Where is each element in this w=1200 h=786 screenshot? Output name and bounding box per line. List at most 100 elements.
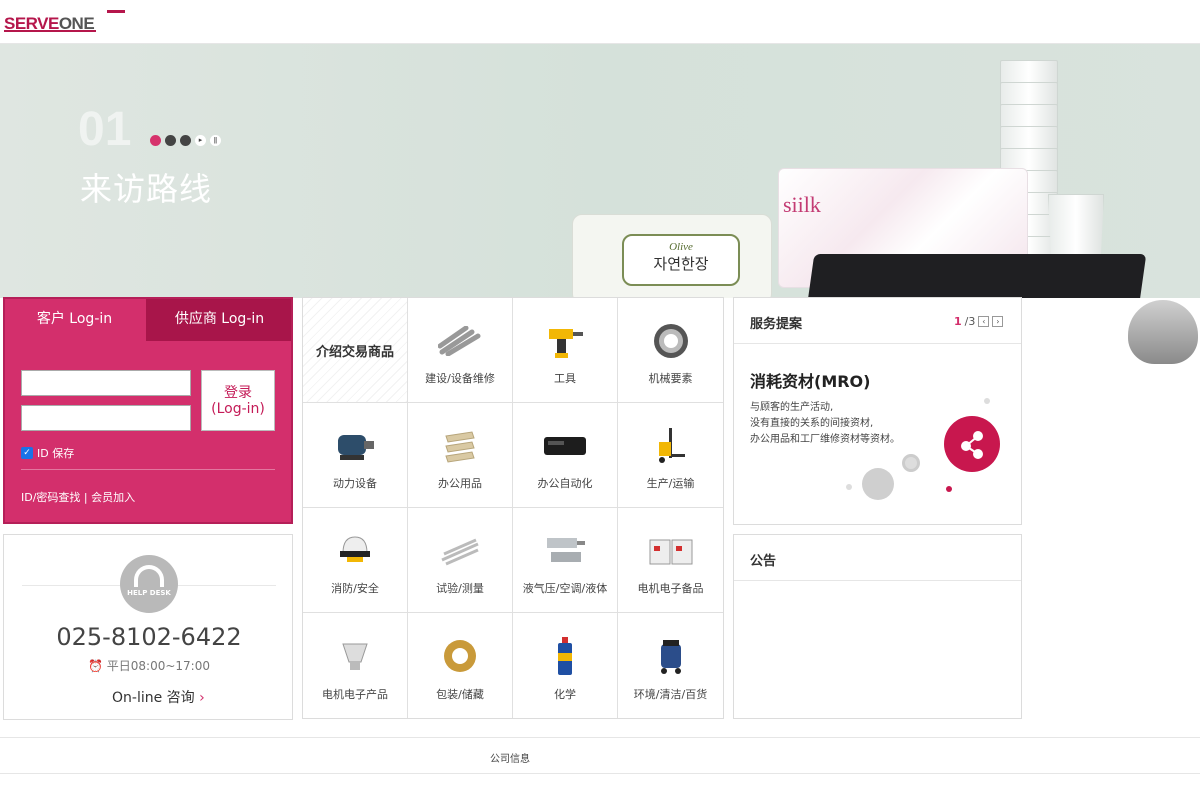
keyboard-image (801, 254, 1147, 298)
network-share-icon (944, 416, 1000, 472)
service-proposal-panel: 服务提案 1/3 ‹ › 消耗资材(MRO) 与顾客的生产活动, 没有直接的关系… (733, 297, 1022, 525)
online-consult-link[interactable]: On-line 咨询 › (112, 687, 205, 707)
help-phone: 025-8102-6422 (56, 623, 242, 651)
headset-band (134, 565, 164, 587)
online-consult-text: On-line 咨询 (112, 690, 195, 706)
category-electrical-spares[interactable]: 电机电子备品 (618, 508, 723, 613)
tissue-brand: siilk (783, 192, 821, 217)
category-chemical[interactable]: 化学 (513, 613, 618, 718)
category-label: 环境/清洁/百货 (633, 688, 708, 701)
company-info-link[interactable]: 公司信息 (490, 750, 530, 765)
category-label: 办公用品 (438, 477, 482, 490)
category-testing-measurement[interactable]: 试验/测量 (408, 508, 513, 613)
product-category-grid: 介绍交易商品 建设/设备维修 工具 机械要素 动力设备 办公用品 办公自动化 生… (302, 297, 724, 719)
login-button[interactable]: 登录 (Log-in) (201, 370, 275, 431)
category-cleaning-goods[interactable]: 环境/清洁/百货 (618, 613, 723, 718)
category-packaging-storage[interactable]: 包装/储藏 (408, 613, 513, 718)
users-icon (862, 468, 894, 500)
notice-panel: 公告 (733, 534, 1022, 719)
pause-icon[interactable]: ǁ (210, 135, 221, 146)
serveone-logo[interactable]: SERVEONE (4, 10, 125, 34)
page-total: /3 (964, 315, 976, 328)
category-label: 建设/设备维修 (425, 372, 495, 385)
category-label: 化学 (554, 688, 576, 701)
save-id-checkbox[interactable]: ✓ ID 保存 (21, 445, 74, 461)
category-power-equipment[interactable]: 动力设备 (303, 403, 408, 508)
play-icon[interactable]: ▸ (195, 135, 206, 146)
mouse-image (1128, 300, 1198, 364)
category-label: 办公自动化 (537, 477, 593, 490)
category-electrical-products[interactable]: 电机电子产品 (303, 613, 408, 718)
category-label: 包装/储藏 (436, 688, 484, 701)
service-header: 服务提案 1/3 ‹ › (734, 298, 1021, 344)
help-desk-panel: HELP DESK 025-8102-6422 ⏰ 平日08:00~17:00 … (3, 534, 293, 720)
help-hours-text: 平日08:00~17:00 (106, 659, 210, 673)
checkbox-checked-icon[interactable]: ✓ (21, 447, 33, 459)
category-label: 试验/测量 (436, 582, 484, 595)
category-label: 工具 (554, 372, 576, 385)
desc-line: 与顾客的生产活动, (750, 402, 834, 413)
category-label: 动力设备 (333, 477, 377, 490)
category-tools[interactable]: 工具 (513, 298, 618, 403)
slide-indicators: ▸ ǁ (150, 135, 221, 146)
led-bulb-icon (332, 635, 378, 677)
service-heading: 消耗资材(MRO) (750, 372, 871, 391)
desc-line: 办公用品和工厂维修资材等资材。 (750, 434, 900, 445)
page-current: 1 (954, 315, 962, 328)
site-header: SERVEONE (0, 0, 1200, 44)
category-hydraulics-hvac[interactable]: 液气压/空调/液体 (513, 508, 618, 613)
login-divider (21, 469, 275, 470)
chevron-right-icon: › (199, 690, 205, 706)
notice-header: 公告 (734, 535, 1021, 581)
service-pager: 1/3 ‹ › (954, 315, 1004, 328)
category-machine-parts[interactable]: 机械要素 (618, 298, 723, 403)
account-links[interactable]: ID/密码查找 | 会员加入 (21, 489, 135, 505)
login-panel: 客户 Log-in 供应商 Log-in 登录 (Log-in) ✓ ID 保存… (3, 297, 293, 524)
save-id-label: ID 保存 (37, 447, 75, 460)
category-office-supplies[interactable]: 办公用品 (408, 403, 513, 508)
id-input[interactable] (21, 370, 191, 396)
hero-banner: 01 ▸ ǁ 来访路线 siilk Olive 자연한장 (0, 44, 1200, 298)
category-label: 液气压/空调/液体 (522, 582, 608, 595)
chevron-left-icon[interactable]: ‹ (978, 316, 990, 327)
category-office-automation[interactable]: 办公自动化 (513, 403, 618, 508)
service-description: 与顾客的生产活动, 没有直接的关系的间接资材, 办公用品和工厂维修资材等资材。 (750, 400, 900, 448)
category-label: 消防/安全 (331, 582, 379, 595)
notice-title[interactable]: 公告 (750, 550, 776, 569)
wipes-brand: Olive (669, 241, 693, 253)
decor-dot (846, 484, 852, 490)
forklift-icon (648, 425, 694, 467)
toner-cartridge-icon (542, 425, 588, 467)
decor-dot (984, 398, 990, 404)
cylinder-icon (542, 530, 588, 572)
category-label: 电机电子产品 (322, 688, 388, 701)
slide-dot-3[interactable] (180, 135, 191, 146)
category-production-transport[interactable]: 生产/运输 (618, 403, 723, 508)
safety-helmet-icon (332, 530, 378, 572)
slide-dot-1[interactable] (150, 135, 161, 146)
decor-dot (946, 486, 952, 492)
clock-icon: ⏰ (88, 659, 107, 673)
login-button-label: 登录 (224, 385, 252, 401)
password-input[interactable] (21, 405, 191, 431)
category-fire-safety[interactable]: 消防/安全 (303, 508, 408, 613)
service-title: 服务提案 (750, 317, 803, 332)
slide-title: 来访路线 (80, 170, 213, 208)
pipes-icon (437, 320, 483, 362)
category-construction[interactable]: 建设/设备维修 (408, 298, 513, 403)
spray-can-icon (542, 635, 588, 677)
slide-number: 01 (78, 103, 132, 156)
help-desk-label: HELP DESK (127, 589, 171, 597)
vacuum-cleaner-icon (648, 635, 694, 677)
relay-icon (648, 530, 694, 572)
chevron-right-icon[interactable]: › (992, 316, 1004, 327)
wet-wipes-label: Olive 자연한장 (622, 234, 740, 286)
category-label: 电机电子备品 (637, 582, 704, 595)
category-label: 生产/运输 (646, 477, 695, 490)
product-grid-title: 介绍交易商品 (303, 298, 408, 403)
slide-dot-2[interactable] (165, 135, 176, 146)
category-label: 机械要素 (648, 372, 693, 385)
logo-accent-bar (107, 10, 125, 13)
site-footer: 公司信息 (0, 737, 1200, 774)
file-tray-icon (437, 425, 483, 467)
